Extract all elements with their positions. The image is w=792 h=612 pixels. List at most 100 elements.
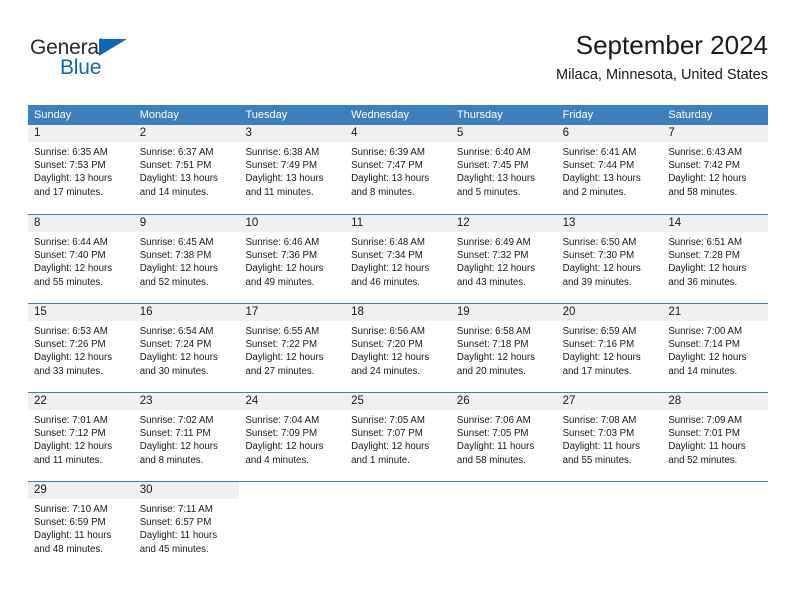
day-number-band: 9 [133,215,240,232]
day-cell[interactable]: 10 Sunrise: 6:46 AM Sunset: 7:36 PM Dayligh… [239,215,346,303]
day-details: Sunrise: 6:35 AM Sunset: 7:53 PM Daylight:… [28,142,134,199]
day-number-band: 14 [662,215,769,232]
day-number: 11 [351,217,364,229]
day-number: 14 [668,217,682,229]
sunrise-time: Sunrise: 7:02 AM [139,415,214,426]
daylight-duration-line1: Daylight: 12 hours [34,263,113,275]
day-cell[interactable]: 20 Sunrise: 6:59 AM Sunset: 7:16 PM Dayligh… [556,304,663,392]
sunrise-time: Sunrise: 6:54 AM [139,326,214,337]
day-cell[interactable]: 3 Sunrise: 6:38 AM Sunset: 7:49 PM Daylight… [239,125,346,214]
day-cell[interactable]: 26 Sunrise: 7:06 AM Sunset: 7:05 PM Dayligh… [450,393,557,481]
day-cell[interactable]: 15 Sunrise: 6:53 AM Sunset: 7:26 PM Dayligh… [28,304,134,392]
sunset-time: Sunset: 7:28 PM [668,250,740,262]
sunrise-time: Sunrise: 6:39 AM [351,147,425,158]
day-cell[interactable]: 22 Sunrise: 7:01 AM Sunset: 7:12 PM Dayligh… [28,393,134,481]
daylight-duration-line1: Daylight: 12 hours [668,263,747,275]
day-number: 10 [245,217,259,229]
sunrise-time: Sunrise: 7:04 AM [245,415,320,426]
day-details: Sunrise: 7:08 AM Sunset: 7:03 PM Daylight:… [557,410,663,467]
daylight-duration-line2: and 48 minutes. [34,543,103,555]
sunset-time: Sunset: 7:38 PM [139,250,212,262]
day-cell[interactable]: 5 Sunrise: 6:40 AM Sunset: 7:45 PM Daylight… [450,125,557,214]
day-cell[interactable]: 8 Sunrise: 6:44 AM Sunset: 7:40 PM Daylight… [28,215,134,303]
daylight-duration-line2: and 58 minutes. [456,454,526,466]
general-blue-logo[interactable]: General Blue [30,36,170,84]
sunrise-time: Sunrise: 6:55 AM [245,326,320,337]
weekday-header-tuesday: Tuesday [245,109,288,121]
day-cell[interactable]: 19 Sunrise: 6:58 AM Sunset: 7:18 PM Dayligh… [450,304,557,392]
day-cell[interactable]: 30 Sunrise: 7:11 AM Sunset: 6:57 PM Dayligh… [133,482,240,570]
sunset-time: Sunset: 7:22 PM [245,339,318,351]
day-number-band [451,482,557,499]
calendar-week-row: 22 Sunrise: 7:01 AM Sunset: 7:12 PM Dayligh… [28,392,769,481]
sunrise-time: Sunrise: 7:08 AM [562,415,637,426]
day-number-band: 20 [556,304,663,321]
day-number-band: 6 [556,125,663,142]
day-details: Sunrise: 7:01 AM Sunset: 7:12 PM Daylight:… [28,410,134,467]
day-details [451,499,557,503]
sunset-time: Sunset: 6:57 PM [139,517,212,529]
day-cell[interactable]: 11 Sunrise: 6:48 AM Sunset: 7:34 PM Dayligh… [345,215,451,303]
daylight-duration-line1: Daylight: 13 hours [351,173,430,185]
title-block: September 2024 Milaca, Minnesota, United… [556,28,768,85]
day-cell[interactable]: 17 Sunrise: 6:55 AM Sunset: 7:22 PM Dayligh… [239,304,346,392]
calendar-weeks: 1 Sunrise: 6:35 AM Sunset: 7:53 PM Daylight… [28,125,769,570]
day-number-band: 13 [556,215,663,232]
day-details: Sunrise: 6:48 AM Sunset: 7:34 PM Daylight:… [345,232,451,289]
day-cell[interactable]: 24 Sunrise: 7:04 AM Sunset: 7:09 PM Dayligh… [239,393,346,481]
sunset-time: Sunset: 7:42 PM [668,160,740,172]
daylight-duration-line1: Daylight: 12 hours [245,263,324,275]
day-number: 23 [139,395,153,407]
day-cell[interactable]: 16 Sunrise: 6:54 AM Sunset: 7:24 PM Dayligh… [133,304,240,392]
day-cell[interactable]: 1 Sunrise: 6:35 AM Sunset: 7:53 PM Daylight… [28,125,134,214]
daylight-duration-line1: Daylight: 12 hours [139,441,218,453]
day-cell-empty [239,482,346,570]
sunset-time: Sunset: 7:51 PM [139,160,212,172]
day-number: 4 [351,127,358,139]
day-number-band: 18 [345,304,451,321]
day-cell[interactable]: 13 Sunrise: 6:50 AM Sunset: 7:30 PM Dayligh… [556,215,663,303]
day-number: 1 [34,127,41,139]
day-details: Sunrise: 7:04 AM Sunset: 7:09 PM Daylight:… [239,410,345,467]
daylight-duration-line1: Daylight: 13 hours [562,173,641,185]
daylight-duration-line1: Daylight: 11 hours [562,441,640,453]
day-number: 25 [351,395,364,407]
day-cell[interactable]: 23 Sunrise: 7:02 AM Sunset: 7:11 PM Dayligh… [133,393,240,481]
day-number: 12 [456,217,470,229]
day-cell[interactable]: 18 Sunrise: 6:56 AM Sunset: 7:20 PM Dayligh… [345,304,451,392]
day-number-band: 28 [662,393,769,410]
daylight-duration-line2: and 45 minutes. [139,543,209,555]
day-cell-empty [556,482,663,570]
day-cell[interactable]: 7 Sunrise: 6:43 AM Sunset: 7:42 PM Daylight… [662,125,769,214]
day-cell[interactable]: 27 Sunrise: 7:08 AM Sunset: 7:03 PM Dayligh… [556,393,663,481]
day-cell[interactable]: 21 Sunrise: 7:00 AM Sunset: 7:14 PM Dayligh… [662,304,769,392]
sunset-time: Sunset: 7:01 PM [668,428,740,440]
sunset-time: Sunset: 7:45 PM [456,160,529,172]
sunrise-time: Sunrise: 6:51 AM [668,237,743,248]
day-cell[interactable]: 6 Sunrise: 6:41 AM Sunset: 7:44 PM Daylight… [556,125,663,214]
day-number: 3 [245,127,252,139]
day-cell[interactable]: 28 Sunrise: 7:09 AM Sunset: 7:01 PM Dayligh… [662,393,769,481]
day-cell[interactable]: 4 Sunrise: 6:39 AM Sunset: 7:47 PM Daylight… [345,125,451,214]
day-number-band: 23 [133,393,240,410]
day-number-band: 4 [345,125,451,142]
day-cell[interactable]: 12 Sunrise: 6:49 AM Sunset: 7:32 PM Dayligh… [450,215,557,303]
daylight-duration-line2: and 14 minutes. [668,365,738,377]
daylight-duration-line2: and 14 minutes. [139,186,209,198]
day-number: 24 [245,395,259,407]
calendar-week-row: 15 Sunrise: 6:53 AM Sunset: 7:26 PM Dayligh… [28,303,769,392]
sunrise-time: Sunrise: 7:10 AM [34,504,108,515]
day-cell[interactable]: 2 Sunrise: 6:37 AM Sunset: 7:51 PM Daylight… [133,125,240,214]
day-number: 30 [139,484,153,496]
day-cell[interactable]: 9 Sunrise: 6:45 AM Sunset: 7:38 PM Daylight… [133,215,240,303]
sunrise-time: Sunrise: 7:00 AM [668,326,743,337]
sunrise-time: Sunrise: 7:11 AM [139,504,213,515]
day-cell[interactable]: 29 Sunrise: 7:10 AM Sunset: 6:59 PM Dayligh… [28,482,134,570]
day-cell[interactable]: 25 Sunrise: 7:05 AM Sunset: 7:07 PM Dayligh… [345,393,451,481]
calendar-page: General Blue September 2024 Milaca, Minn… [0,0,792,612]
daylight-duration-line1: Daylight: 11 hours [34,530,112,542]
day-cell[interactable]: 14 Sunrise: 6:51 AM Sunset: 7:28 PM Dayligh… [662,215,769,303]
daylight-duration-line1: Daylight: 13 hours [34,173,113,185]
day-number-band: 8 [28,215,134,232]
daylight-duration-line2: and 11 minutes. [34,454,103,466]
